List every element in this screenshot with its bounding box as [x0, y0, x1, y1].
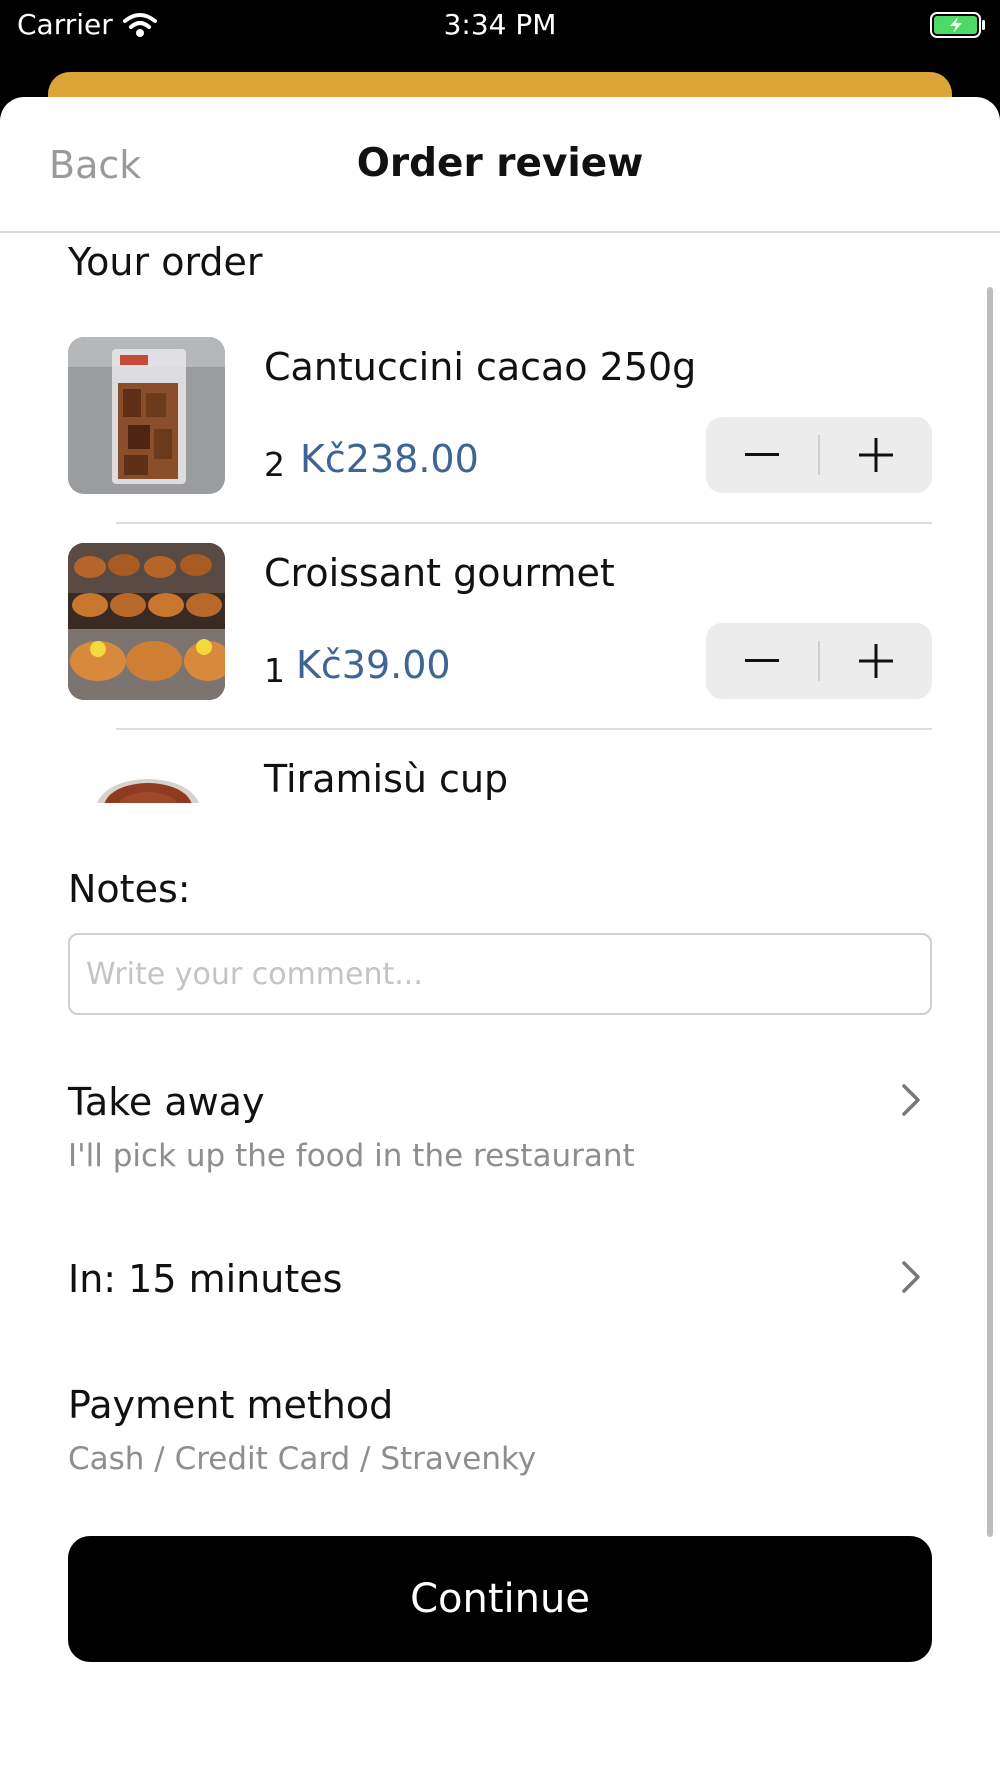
navigation-bar: Back Order review [0, 97, 1000, 233]
order-list: Cantuccini cacao 250g 2 Kč238.00 Croissa… [0, 337, 1000, 803]
item-name: Croissant gourmet [264, 551, 615, 595]
item-price: Kč238.00 [300, 437, 479, 481]
product-image-croissant [68, 543, 225, 700]
pickup-time-row[interactable]: In: 15 minutes [0, 1257, 1000, 1327]
increment-button[interactable] [820, 417, 932, 493]
product-image-tiramisu [68, 749, 225, 803]
take-away-row[interactable]: Take away I'll pick up the food in the r… [0, 1080, 1000, 1200]
decrement-button[interactable] [706, 623, 818, 699]
decrement-button[interactable] [706, 417, 818, 493]
battery-charging-icon [930, 12, 985, 38]
continue-button[interactable]: Continue [68, 1536, 932, 1662]
order-item: Croissant gourmet 1 Kč39.00 [0, 543, 1000, 749]
payment-method-row: Payment method Cash / Credit Card / Stra… [0, 1383, 1000, 1503]
minus-icon [745, 453, 779, 456]
item-price: Kč39.00 [296, 643, 451, 687]
order-section-title: Your order [68, 240, 263, 284]
increment-button[interactable] [820, 623, 932, 699]
page-title: Order review [356, 141, 644, 186]
take-away-title: Take away [68, 1080, 265, 1124]
payment-method-subtitle: Cash / Credit Card / Stravenky [68, 1441, 537, 1477]
item-quantity: 2 [264, 445, 285, 484]
item-separator [116, 728, 932, 730]
notes-input[interactable] [68, 933, 932, 1015]
plus-icon [859, 644, 893, 678]
order-item: Tiramisù cup [0, 749, 1000, 803]
plus-icon [859, 438, 893, 472]
quantity-stepper [706, 417, 932, 493]
product-image-cantuccini [68, 337, 225, 494]
status-time: 3:34 PM [443, 8, 557, 41]
status-bar: Carrier 3:34 PM [0, 0, 1000, 55]
chevron-right-icon [902, 1261, 920, 1293]
payment-method-title: Payment method [68, 1383, 394, 1427]
minus-icon [745, 659, 779, 662]
order-review-sheet: Back Order review Your order Cantuccini … [0, 97, 1000, 1778]
item-name: Tiramisù cup [264, 757, 509, 801]
item-quantity: 1 [264, 651, 285, 690]
order-item: Cantuccini cacao 250g 2 Kč238.00 [0, 337, 1000, 543]
quantity-stepper [706, 623, 932, 699]
pickup-time-title: In: 15 minutes [68, 1257, 343, 1301]
item-separator [116, 522, 932, 524]
take-away-subtitle: I'll pick up the food in the restaurant [68, 1138, 635, 1174]
item-name: Cantuccini cacao 250g [264, 345, 697, 389]
notes-label: Notes: [68, 867, 191, 911]
chevron-right-icon [902, 1084, 920, 1116]
